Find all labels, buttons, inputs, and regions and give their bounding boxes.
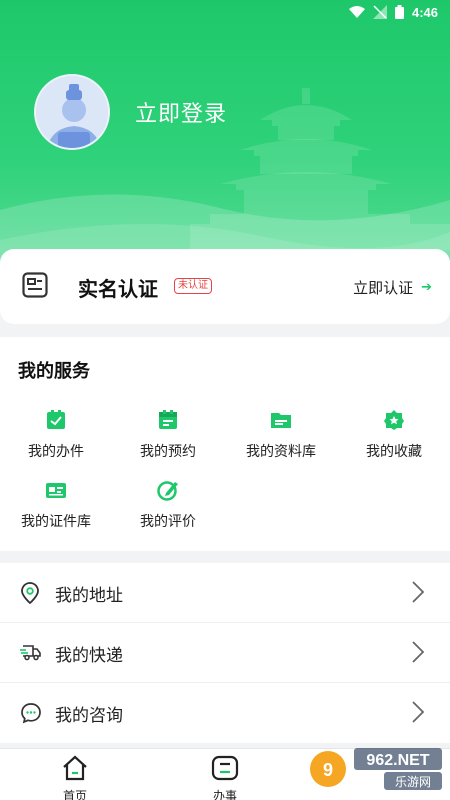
service-label: 我的预约 [140,444,196,460]
id-card-icon [0,479,112,503]
service-my-appointments[interactable]: 我的预约 [112,409,224,461]
unverified-badge: 未认证 [174,278,212,294]
service-label: 我的资料库 [246,444,316,460]
services-title: 我的服务 [18,361,90,382]
chat-bubble-icon [20,702,42,728]
chevron-right-icon [412,701,425,727]
home-icon [63,755,87,781]
service-label: 我的收藏 [366,444,422,460]
checklist-icon [0,409,112,433]
realname-title: 实名认证 [78,277,158,301]
tab-services[interactable]: 办事 [180,755,270,800]
tab-home[interactable]: 首页 [30,755,120,800]
svg-text:9: 9 [323,760,333,780]
status-bar: 4:46 [0,0,450,24]
menu-label: 我的咨询 [55,706,123,726]
login-link[interactable]: 立即登录 [135,96,227,128]
battery-icon [394,5,404,19]
service-label: 我的办件 [28,444,84,460]
profile-header: 4:46 立即登录 [0,0,450,290]
service-my-library[interactable]: 我的资料库 [225,409,337,461]
tab-label: 办事 [212,789,237,800]
id-card-outline-icon [22,272,48,302]
service-my-certificates[interactable]: 我的证件库 [0,479,112,531]
service-label: 我的证件库 [21,514,91,530]
service-my-reviews[interactable]: 我的评价 [112,479,224,531]
service-icon [211,755,239,781]
my-services-section: 我的服务 我的办件 我的预约 我的资料库 我的收藏 我的证件库 我的评价 [0,337,450,551]
menu-item-delivery[interactable]: 我的快递 [0,623,450,683]
calendar-icon [112,409,224,433]
chevron-right-icon [412,641,425,667]
avatar[interactable] [34,74,110,150]
pen-icon [112,479,224,503]
menu-list: 我的地址 我的快递 我的咨询 [0,563,450,743]
status-time: 4:46 [411,4,438,20]
site-watermark: 9 962.NET 乐游网 [308,746,444,792]
service-my-cases[interactable]: 我的办件 [0,409,112,461]
folder-icon [225,409,337,433]
tab-label: 首页 [62,789,87,800]
star-badge-icon [338,409,450,433]
menu-label: 我的快递 [55,646,123,666]
verify-now-label: 立即认证 [353,279,414,297]
menu-item-address[interactable]: 我的地址 [0,563,450,623]
chevron-right-icon [412,581,425,607]
menu-item-consultation[interactable]: 我的咨询 [0,683,450,743]
menu-label: 我的地址 [55,586,123,606]
service-label: 我的评价 [140,514,196,530]
location-pin-icon [20,582,40,608]
delivery-truck-icon [20,642,42,666]
service-my-favorites[interactable]: 我的收藏 [338,409,450,461]
warrior-avatar-icon [36,76,108,148]
watermark-text: 962.NET [366,752,429,769]
watermark-subtext: 乐游网 [395,775,431,789]
arrow-right-icon: ➔ [421,280,432,295]
wifi-icon [348,6,365,18]
no-signal-icon [372,5,387,19]
verify-now-button[interactable]: 立即认证 ➔ [353,277,432,298]
